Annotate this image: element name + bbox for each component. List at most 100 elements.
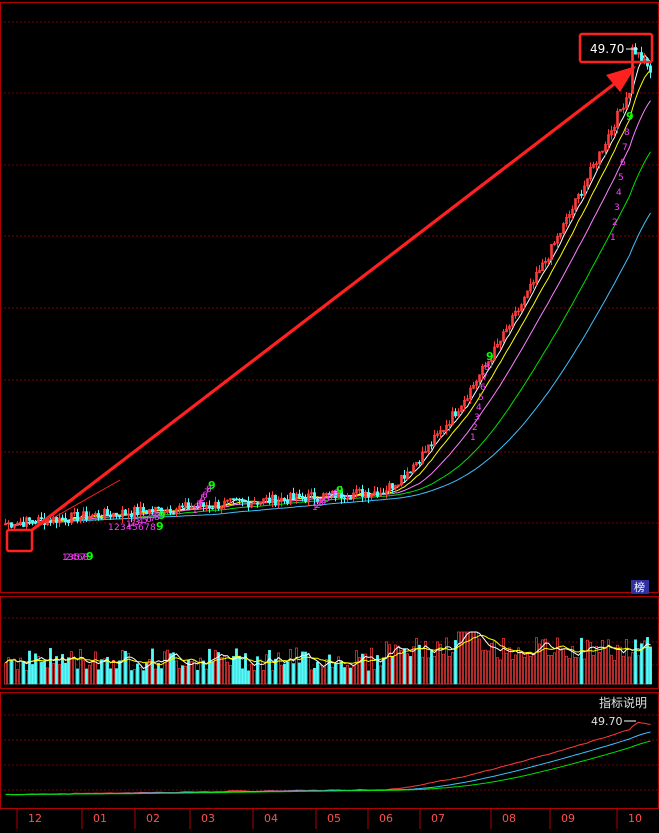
td-count-label: 6 — [620, 158, 626, 168]
volume-bar — [637, 655, 640, 685]
candle-body — [640, 52, 643, 62]
volume-bar — [115, 668, 118, 685]
volume-bar — [424, 640, 427, 685]
volume-bar — [286, 661, 289, 685]
candle-body — [580, 193, 583, 196]
td-count-label: 9 — [486, 350, 494, 363]
volume-bar — [166, 649, 169, 685]
candle-body — [211, 507, 214, 510]
volume-bar — [649, 646, 652, 685]
volume-bar — [388, 644, 391, 685]
volume-bar — [460, 631, 463, 685]
candle-body — [382, 492, 385, 495]
volume-bar — [505, 652, 508, 685]
volume-bar — [382, 657, 385, 685]
volume-bar — [349, 667, 352, 685]
volume-bar — [574, 657, 577, 685]
volume-bar — [58, 664, 61, 685]
td-count-label: 1 — [470, 433, 476, 443]
volume-bar — [160, 668, 163, 685]
volume-bar — [91, 662, 94, 685]
volume-bar — [508, 647, 511, 685]
indicator-line-3 — [5, 740, 651, 796]
volume-bar — [193, 660, 196, 685]
td-count-label: 2 — [114, 523, 120, 533]
volume-bar — [109, 668, 112, 685]
volume-bar — [301, 651, 304, 685]
candle-body — [100, 516, 103, 519]
volume-bar — [151, 648, 154, 685]
volume-bar — [46, 667, 49, 685]
volume-bars — [4, 631, 652, 685]
volume-bar — [229, 665, 232, 685]
volume-bar — [475, 631, 478, 685]
candle-body — [274, 494, 277, 506]
volume-bar — [466, 631, 469, 685]
candle-body — [136, 507, 139, 515]
volume-bar — [313, 667, 316, 685]
candle-body — [106, 509, 109, 516]
x-tick-label: 06 — [379, 812, 393, 825]
volume-bar — [391, 656, 394, 685]
volume-bar — [442, 653, 445, 685]
volume-bar — [553, 652, 556, 685]
volume-bar — [316, 661, 319, 685]
volume-bar — [196, 669, 199, 685]
volume-bar — [436, 641, 439, 685]
volume-bar — [364, 653, 367, 685]
volume-bar — [322, 667, 325, 685]
volume-bar — [319, 664, 322, 685]
volume-bar — [448, 655, 451, 685]
candle-body — [304, 497, 307, 502]
candle-body — [40, 517, 43, 520]
volume-bar — [211, 661, 214, 685]
volume-bar — [610, 654, 613, 685]
volume-bar — [178, 668, 181, 685]
candle-body — [241, 499, 244, 502]
td-count-label: 3 — [474, 413, 480, 423]
volume-bar — [625, 639, 628, 685]
volume-bar — [40, 661, 43, 685]
volume-bar — [136, 663, 139, 685]
volume-bar — [418, 644, 421, 685]
candle-body — [313, 492, 316, 500]
volume-bar — [175, 660, 178, 685]
candle-body — [28, 517, 31, 521]
volume-bar — [622, 655, 625, 685]
volume-bar — [430, 650, 433, 685]
volume-bar — [112, 659, 115, 685]
candle-body — [97, 513, 100, 518]
candle-body — [67, 521, 70, 523]
volume-bar — [520, 651, 523, 685]
volume-bar — [529, 656, 532, 685]
volume-bar — [235, 648, 238, 685]
ma40-line — [5, 151, 651, 526]
volume-bar — [76, 668, 79, 685]
x-tick-label: 10 — [628, 812, 642, 825]
candle-body — [151, 509, 154, 512]
volume-bar — [451, 652, 454, 685]
volume-bar — [88, 664, 91, 685]
x-tick-label: 08 — [502, 812, 516, 825]
volume-bar — [328, 654, 331, 685]
ma10-line — [5, 69, 651, 526]
indicator-peak-label: 49.70 — [591, 715, 623, 728]
chart-canvas: 1234567891 2 3 4 5 6 7 8 9123456789 1234567891234… — [0, 2, 659, 829]
volume-bar — [379, 665, 382, 685]
volume-bar — [499, 659, 502, 685]
volume-bar — [289, 649, 292, 685]
volume-bar — [262, 669, 265, 685]
volume-bar — [133, 669, 136, 685]
volume-bar — [28, 650, 31, 685]
candle-body — [349, 497, 352, 500]
volume-bar — [331, 666, 334, 685]
volume-bar — [223, 655, 226, 685]
candle-body — [55, 516, 58, 523]
td-count-label: 3 — [614, 203, 620, 213]
x-tick-label: 07 — [431, 812, 445, 825]
volume-bar — [514, 654, 517, 685]
volume-bar — [490, 643, 493, 685]
volume-bar — [583, 658, 586, 685]
volume-bar — [343, 667, 346, 685]
volume-bar — [25, 669, 28, 685]
